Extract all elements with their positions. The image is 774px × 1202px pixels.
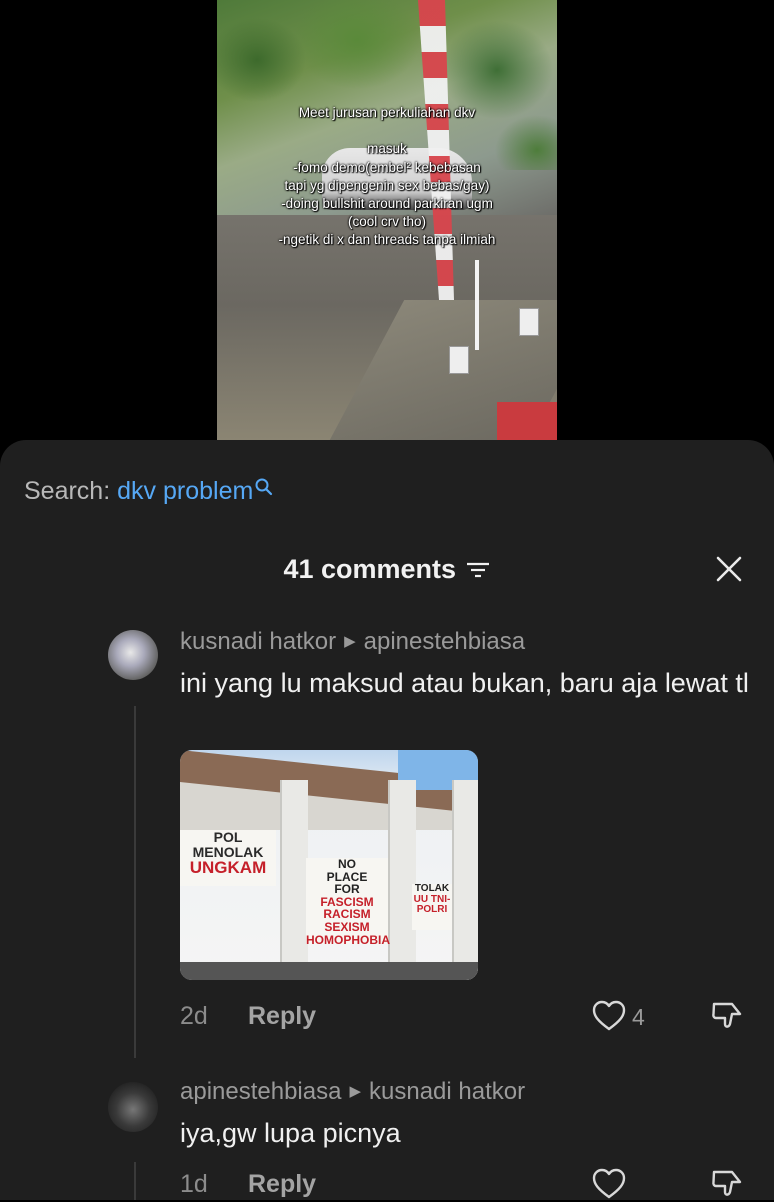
comment-actions: 2d Reply 4: [180, 1000, 750, 1034]
reply-button[interactable]: Reply: [248, 1002, 316, 1031]
reply-arrow-icon: ▶: [344, 632, 356, 650]
video-post: [449, 346, 469, 374]
banner-text: NO: [338, 857, 356, 871]
filter-icon[interactable]: [465, 559, 491, 581]
banner-text: UNGKAM: [189, 858, 267, 878]
search-keyword[interactable]: dkv problem: [117, 477, 253, 505]
comments-sheet: Search: dkv problem 41 comments kusnadi …: [0, 440, 774, 1200]
search-suggestion[interactable]: Search: dkv problem: [24, 477, 275, 506]
banner-text: FOR: [334, 882, 360, 897]
video-overlay-text: Meet jurusan perkuliahan dkv masuk -fomo…: [278, 105, 496, 248]
video-post: [519, 308, 539, 336]
comment-meta: kusnadi hatkor ▶ apinestehbiasa: [180, 628, 525, 656]
thread-line: [134, 706, 136, 1058]
banner-text: HOMOPHOBIA: [306, 932, 390, 947]
thread-line: [134, 1162, 136, 1200]
avatar[interactable]: [108, 1082, 158, 1132]
comment-image[interactable]: POL MENOLAK UNGKAM NO PLACE FOR FASCISM …: [180, 750, 478, 980]
search-icon: [255, 478, 273, 496]
photo-floor: [180, 962, 478, 980]
heart-icon[interactable]: [592, 1000, 626, 1032]
like-count: 4: [632, 1004, 645, 1030]
comment-reply-to[interactable]: kusnadi hatkor: [369, 1078, 525, 1105]
thumbs-down-icon[interactable]: [710, 1000, 744, 1034]
video-pole: [475, 260, 479, 350]
close-icon[interactable]: [716, 556, 742, 582]
thumbs-down-icon[interactable]: [710, 1168, 744, 1202]
comment-count: 41 comments: [283, 554, 457, 584]
comment-actions: 1d Reply: [180, 1168, 750, 1202]
banner-text: UU TNI-POLRI: [413, 893, 451, 915]
comment-author[interactable]: apinestehbiasa: [180, 1078, 341, 1105]
reply-arrow-icon: ▶: [349, 1082, 362, 1100]
banner-text: POL MENOLAK: [192, 829, 264, 860]
comment-time: 1d: [180, 1170, 208, 1198]
photo-column: [388, 780, 416, 980]
search-label: Search:: [24, 477, 111, 505]
comment-text: ini yang lu maksud atau bukan, baru aja …: [180, 668, 749, 698]
photo-banner: POL MENOLAK UNGKAM: [180, 830, 276, 886]
heart-icon[interactable]: [592, 1168, 626, 1200]
comment-author[interactable]: kusnadi hatkor: [180, 628, 336, 655]
avatar[interactable]: [108, 630, 158, 680]
comment-meta: apinestehbiasa ▶ kusnadi hatkor: [180, 1078, 525, 1106]
photo-banner: NO PLACE FOR FASCISM RACISM SEXISM HOMOP…: [306, 857, 390, 947]
comments-header: 41 comments: [0, 554, 774, 590]
banner-text: TOLAK: [414, 883, 450, 894]
comment-time: 2d: [180, 1002, 208, 1030]
photo-column: [280, 780, 308, 980]
comment-reply-to[interactable]: apinestehbiasa: [364, 628, 525, 655]
comment-text: iya,gw lupa picnya: [180, 1118, 401, 1148]
reply-button[interactable]: Reply: [248, 1170, 316, 1199]
photo-banner: TOLAK UU TNI-POLRI: [412, 883, 452, 930]
banner-text: SEXISM: [324, 919, 370, 934]
video-frame[interactable]: Meet jurusan perkuliahan dkv masuk -fomo…: [217, 0, 557, 440]
photo-column: [452, 780, 478, 980]
video-red-block: [497, 402, 557, 440]
